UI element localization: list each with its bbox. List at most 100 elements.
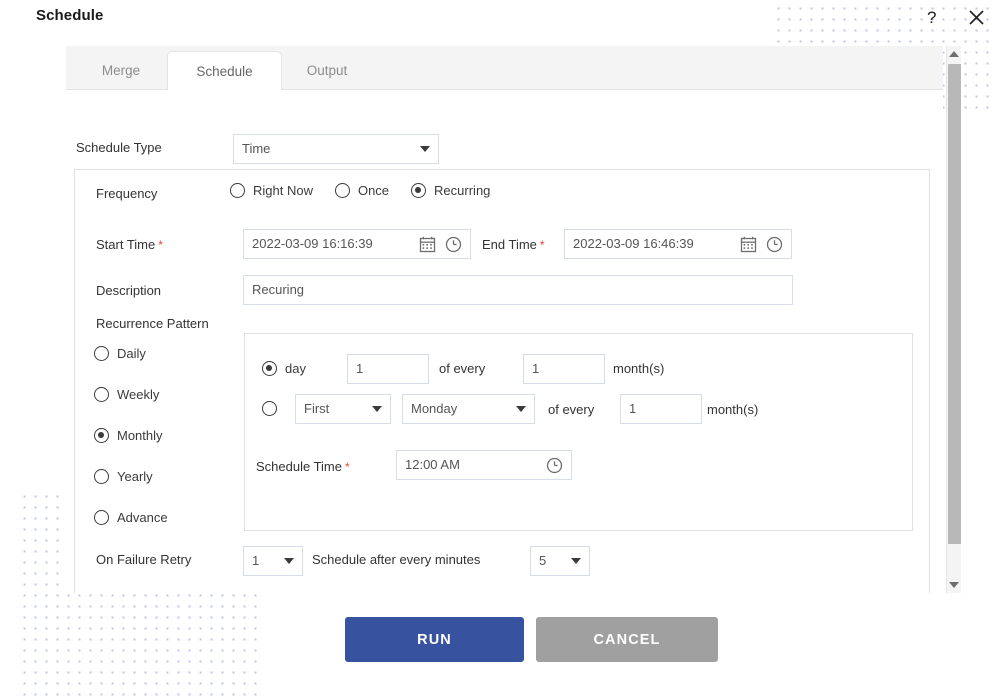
pattern-option-weekly-label: Weekly	[117, 387, 160, 402]
chevron-down-icon	[372, 406, 382, 412]
monthly-mode-day-radio[interactable]: day	[262, 361, 306, 376]
monthly-day-number-value: 1	[356, 361, 364, 376]
recurrence-pattern-label: Recurrence Pattern	[96, 316, 209, 331]
months-label-1: month(s)	[613, 361, 665, 376]
radio-selected-icon	[411, 183, 427, 198]
run-button[interactable]: RUN	[345, 617, 524, 662]
monthly-interval-value-1: 1	[532, 361, 540, 376]
schedule-time-input[interactable]: 12:00 AM	[396, 450, 572, 480]
start-time-label: Start Time *	[96, 237, 163, 252]
start-time-value: 2022-03-09 16:16:39	[252, 236, 373, 251]
frequency-option-recurring-label: Recurring	[434, 183, 491, 198]
radio-icon	[94, 387, 109, 402]
radio-icon	[94, 346, 109, 361]
pattern-option-weekly[interactable]: Weekly	[94, 387, 168, 402]
required-marker: *	[345, 459, 350, 474]
monthly-interval-input-1[interactable]: 1	[523, 354, 605, 384]
monthly-ordinal-select[interactable]: First	[295, 394, 391, 424]
frequency-option-once-label: Once	[357, 183, 390, 198]
radio-icon	[94, 469, 109, 484]
radio-selected-icon	[262, 361, 277, 376]
radio-icon	[230, 183, 245, 198]
schedule-after-minutes-select[interactable]: 5	[530, 546, 590, 576]
recurrence-pattern-radio-group: Daily Weekly Monthly Yearly Advance	[94, 346, 168, 525]
pattern-option-monthly-label: Monthly	[117, 428, 163, 443]
on-failure-retry-select[interactable]: 1	[243, 546, 303, 576]
monthly-day-number-input[interactable]: 1	[347, 354, 429, 384]
required-marker: *	[158, 237, 163, 252]
tab-schedule[interactable]: Schedule	[167, 51, 282, 91]
frequency-option-once[interactable]: Once	[334, 183, 390, 198]
calendar-icon[interactable]	[740, 236, 757, 253]
panel-scroll-viewport: Schedule Type Time Frequency Right Now O…	[66, 90, 943, 593]
tab-output-label: Output	[306, 62, 348, 78]
svg-text:?: ?	[927, 8, 936, 27]
clock-icon[interactable]	[445, 236, 462, 253]
description-label: Description	[96, 283, 162, 298]
chevron-down-icon	[420, 146, 430, 152]
end-time-label-text: End Time	[482, 237, 537, 252]
start-time-label-text: Start Time	[96, 237, 156, 252]
schedule-after-minutes-value: 5	[539, 553, 547, 568]
monthly-interval-input-2[interactable]: 1	[620, 394, 702, 424]
of-every-label-2: of every	[548, 402, 595, 417]
tab-output[interactable]: Output	[281, 51, 373, 89]
radio-icon	[94, 510, 109, 525]
description-value: Recuring	[252, 282, 305, 297]
monthly-ordinal-value: First	[304, 401, 330, 416]
cancel-button[interactable]: CANCEL	[536, 617, 718, 662]
chevron-down-icon	[516, 406, 526, 412]
triangle-up-icon	[949, 51, 959, 57]
months-label-2: month(s)	[707, 402, 759, 417]
close-icon[interactable]	[963, 4, 989, 30]
vertical-scrollbar[interactable]	[946, 46, 961, 593]
end-time-label: End Time *	[482, 237, 545, 252]
scroll-up-button[interactable]	[947, 46, 961, 62]
pattern-option-advance[interactable]: Advance	[94, 510, 168, 525]
scroll-down-button[interactable]	[947, 577, 961, 593]
on-failure-retry-value: 1	[252, 553, 260, 568]
scrollbar-thumb[interactable]	[948, 64, 961, 544]
frequency-option-right-now-label: Right Now	[253, 183, 313, 198]
start-time-input[interactable]: 2022-03-09 16:16:39	[243, 229, 471, 259]
monthly-interval-value-2: 1	[629, 401, 637, 416]
schedule-time-label-text: Schedule Time	[256, 459, 342, 474]
pattern-option-yearly[interactable]: Yearly	[94, 469, 168, 484]
schedule-type-value: Time	[242, 141, 271, 156]
pattern-option-monthly[interactable]: Monthly	[94, 428, 168, 443]
on-failure-retry-label: On Failure Retry	[96, 552, 192, 567]
chevron-down-icon	[571, 558, 581, 564]
end-time-input[interactable]: 2022-03-09 16:46:39	[564, 229, 792, 259]
pattern-option-advance-label: Advance	[117, 510, 168, 525]
radio-selected-icon	[94, 428, 109, 443]
triangle-down-icon	[949, 582, 959, 588]
page-title: Schedule	[36, 7, 104, 24]
frequency-option-right-now[interactable]: Right Now	[230, 183, 313, 198]
schedule-dialog-panel: Merge Schedule Output Schedule Type Time…	[66, 46, 943, 593]
dialog-footer: RUN CANCEL	[0, 617, 995, 665]
monthly-day-label: day	[285, 361, 306, 376]
required-marker: *	[539, 237, 545, 252]
monthly-mode-ordinal-radio[interactable]	[262, 401, 277, 416]
tab-merge-label: Merge	[101, 62, 141, 78]
frequency-option-recurring[interactable]: Recurring	[411, 183, 490, 198]
monthly-weekday-value: Monday	[411, 401, 458, 416]
pattern-option-yearly-label: Yearly	[117, 469, 153, 484]
clock-icon[interactable]	[766, 236, 783, 253]
tab-merge[interactable]: Merge	[75, 51, 167, 89]
end-time-value: 2022-03-09 16:46:39	[573, 236, 694, 251]
pattern-option-daily[interactable]: Daily	[94, 346, 168, 361]
calendar-icon[interactable]	[419, 236, 436, 253]
monthly-weekday-select[interactable]: Monday	[402, 394, 535, 424]
help-icon[interactable]: ?	[921, 4, 947, 30]
schedule-type-label: Schedule Type	[76, 140, 162, 155]
schedule-type-select[interactable]: Time	[233, 134, 439, 164]
tab-strip: Merge Schedule Output	[66, 46, 943, 91]
frequency-label: Frequency	[96, 186, 158, 201]
description-input[interactable]: Recuring	[243, 275, 793, 305]
clock-icon[interactable]	[546, 457, 563, 474]
radio-icon	[334, 183, 350, 198]
window-header: Schedule ?	[0, 0, 995, 36]
schedule-after-label: Schedule after every minutes	[312, 552, 481, 567]
tab-schedule-label: Schedule	[196, 64, 253, 79]
